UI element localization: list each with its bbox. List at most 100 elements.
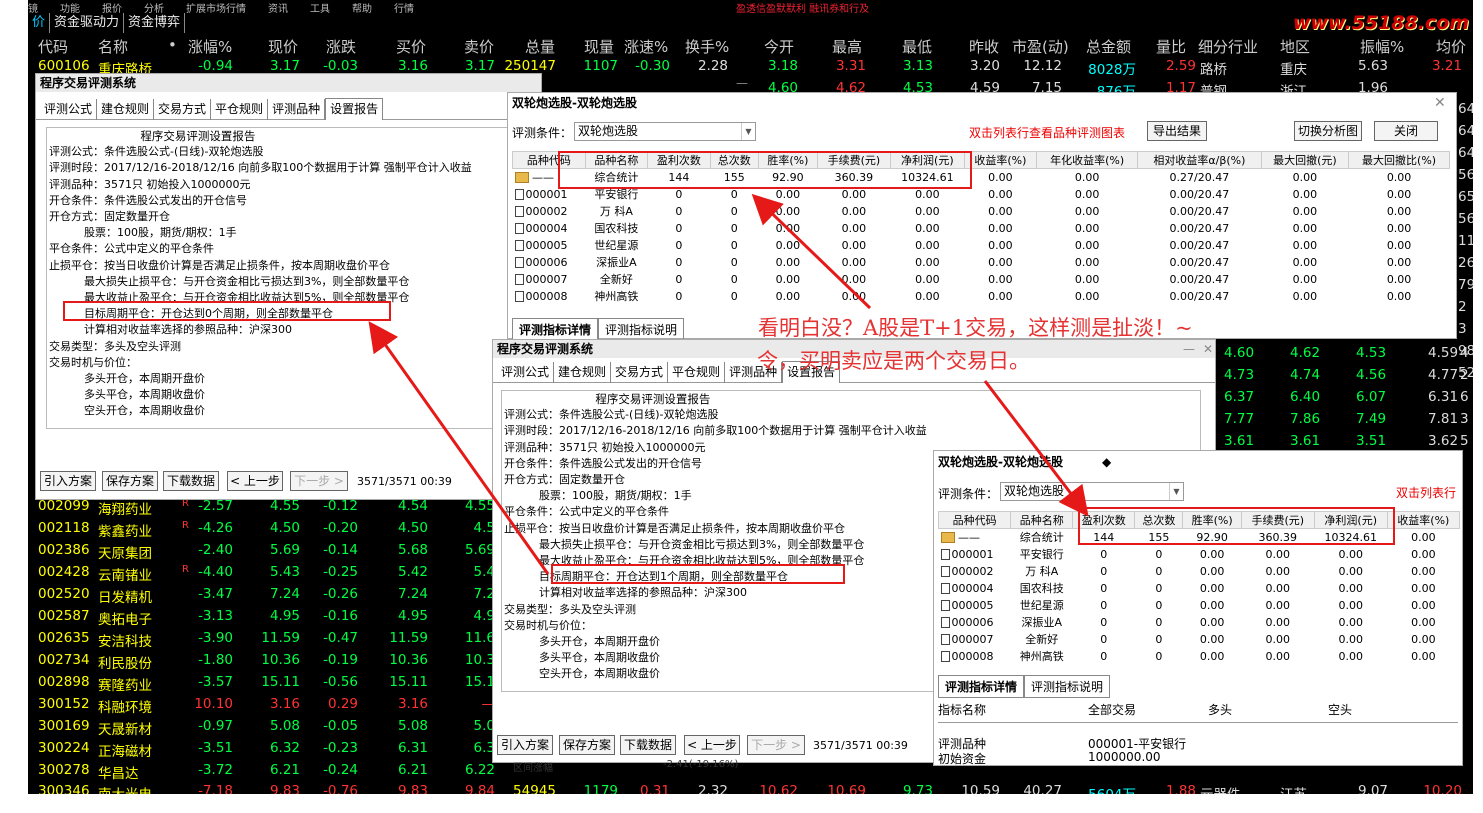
column-header[interactable]: 均价 xyxy=(1436,36,1466,57)
column-header[interactable]: 收益率(%) xyxy=(963,151,1038,169)
column-header[interactable]: 买价 xyxy=(396,36,426,57)
column-header[interactable]: 品种代码 xyxy=(512,151,586,169)
column-header[interactable]: 现量 xyxy=(584,36,614,57)
column-header[interactable]: 最高 xyxy=(832,36,862,57)
column-header[interactable]: 涨幅% xyxy=(188,36,232,57)
column-header[interactable]: 最低 xyxy=(902,36,932,57)
menu-item[interactable]: 镜 xyxy=(28,4,38,13)
tab-5[interactable]: 设置报告 xyxy=(325,98,384,120)
column-header[interactable]: 总金额 xyxy=(1086,36,1131,57)
table-row[interactable]: 000005 世纪星源 0 0 0.00 0.00 0.00 0.00 0.00 0.00/20.… xyxy=(513,237,1450,254)
table-row[interactable]: 000004 国农科技 0 0 0.00 0.00 0.00 0.00 0.00 0.00/20.… xyxy=(513,220,1450,237)
column-header[interactable]: 昨收 xyxy=(969,36,999,57)
column-header[interactable]: 地区 xyxy=(1280,36,1310,57)
minimize-icon[interactable]: — xyxy=(736,74,748,92)
close-button[interactable]: 关闭 xyxy=(1374,121,1438,141)
column-header[interactable]: 收益率(%) xyxy=(1386,511,1461,529)
indicator-detail-tab[interactable]: 评测指标详情 xyxy=(938,675,1025,698)
tab-1[interactable]: 建仓规则 xyxy=(97,99,155,120)
minimize-icon[interactable]: — xyxy=(1183,340,1195,358)
column-header[interactable]: 现价 xyxy=(268,36,298,57)
import-plan-button[interactable]: 引入方案 xyxy=(497,735,553,755)
column-header[interactable]: • xyxy=(168,36,177,54)
column-header[interactable]: 市盈(动) xyxy=(1012,36,1069,57)
column-header[interactable]: 净利润(元) xyxy=(1313,511,1388,529)
table-row[interactable]: 000008 神州高铁 0 0 0.00 0.00 0.00 0.00 0.00 0.00/20.… xyxy=(513,288,1450,305)
tab-3[interactable]: 平仓规则 xyxy=(211,99,269,120)
table-row[interactable]: 000007 全新好 0 0 0.00 0.00 0.00 0.00 0.00 0.00/20.4… xyxy=(513,271,1450,288)
column-header[interactable]: 品种名称 xyxy=(584,151,649,169)
menu-item[interactable]: 资讯 xyxy=(268,4,288,13)
prev-step-button[interactable]: < 上一步 xyxy=(684,735,740,755)
column-header[interactable]: 总次数 xyxy=(709,151,760,169)
column-header[interactable]: 品种代码 xyxy=(937,511,1012,529)
board-tab[interactable]: 资金博弈 xyxy=(124,13,186,33)
table-row[interactable]: 000001 平安银行 0 0 0.00 0.00 0.00 0.00 xyxy=(939,546,1460,563)
table-row[interactable]: 000004 国农科技 0 0 0.00 0.00 0.00 0.00 xyxy=(939,580,1460,597)
indicator-detail-tab[interactable]: 评测指标详情 xyxy=(512,318,599,341)
switch-chart-button[interactable]: 切换分析图 xyxy=(1294,121,1362,141)
column-header[interactable]: 最大回撤(元) xyxy=(1260,151,1350,169)
tab-1[interactable]: 建仓规则 xyxy=(554,362,612,383)
import-plan-button[interactable]: 引入方案 xyxy=(40,471,96,491)
indicator-desc-tab[interactable]: 评测指标说明 xyxy=(1024,675,1111,698)
save-plan-button[interactable]: 保存方案 xyxy=(102,471,158,491)
column-header[interactable]: 涨跌 xyxy=(326,36,356,57)
column-header[interactable]: 手续费(元) xyxy=(1240,511,1315,529)
column-header[interactable]: 总量 xyxy=(525,36,555,57)
column-header[interactable]: 盈利次数 xyxy=(1072,511,1136,529)
column-header[interactable]: 换手% xyxy=(685,36,729,57)
board-tab[interactable]: 价 xyxy=(28,13,51,33)
column-header[interactable]: 最大回撤比(%) xyxy=(1348,151,1450,169)
column-header[interactable]: 今开 xyxy=(764,36,794,57)
tab-2[interactable]: 交易方式 xyxy=(611,362,669,383)
column-header[interactable]: 品种名称 xyxy=(1010,511,1074,529)
table-row[interactable]: 000005 世纪星源 0 0 0.00 0.00 0.00 0.00 xyxy=(939,597,1460,614)
table-row[interactable]: 000007 全新好 0 0 0.00 0.00 0.00 0.00 xyxy=(939,631,1460,648)
table-row[interactable]: 000002 万 科A 0 0 0.00 0.00 0.00 0.00 xyxy=(939,563,1460,580)
table-row[interactable]: 000008 神州高铁 0 0 0.00 0.00 0.00 0.00 xyxy=(939,648,1460,665)
download-data-button[interactable]: 下载数据 xyxy=(620,735,676,755)
column-header[interactable]: 盈利次数 xyxy=(647,151,711,169)
download-data-button[interactable]: 下载数据 xyxy=(163,471,219,491)
column-header[interactable]: 细分行业 xyxy=(1198,36,1258,57)
column-header[interactable]: 总次数 xyxy=(1134,511,1184,529)
condition-select[interactable]: 双轮炮选股 ▼ xyxy=(574,122,756,141)
menu-item[interactable]: 分析 xyxy=(144,4,164,13)
tab-3[interactable]: 平仓规则 xyxy=(668,362,726,383)
menu-item[interactable]: 帮助 xyxy=(352,4,372,13)
column-header[interactable]: 卖价 xyxy=(464,36,494,57)
tab-0[interactable]: 评测公式 xyxy=(40,99,98,120)
menu-item[interactable]: 报价 xyxy=(102,4,122,13)
close-icon[interactable]: ✕ xyxy=(1203,340,1213,358)
table-row[interactable]: 000001 平安银行 0 0 0.00 0.00 0.00 0.00 0.00 0.00/20.… xyxy=(513,186,1450,203)
export-results-button[interactable]: 导出结果 xyxy=(1147,121,1207,141)
prev-step-button[interactable]: < 上一步 xyxy=(227,471,283,491)
column-header[interactable]: 振幅% xyxy=(1360,36,1404,57)
summary-row[interactable]: —— 综合统计 144 155 92.90 360.39 10324.61 0.00 xyxy=(939,529,1460,546)
table-row[interactable]: 000006 深振业A 0 0 0.00 0.00 0.00 0.00 0.00 0.00/20.… xyxy=(513,254,1450,271)
table-row[interactable]: 000006 深振业A 0 0 0.00 0.00 0.00 0.00 xyxy=(939,614,1460,631)
tab-4[interactable]: 评测品种 xyxy=(268,99,326,120)
column-header[interactable]: 相对收益率α/β(%) xyxy=(1137,151,1262,169)
column-header[interactable]: 胜率(%) xyxy=(758,151,818,169)
tab-0[interactable]: 评测公式 xyxy=(497,362,555,383)
menu-item[interactable]: 行情 xyxy=(394,4,414,13)
column-header[interactable]: 胜率(%) xyxy=(1182,511,1242,529)
column-header[interactable]: 涨速% xyxy=(624,36,668,57)
tab-2[interactable]: 交易方式 xyxy=(154,99,212,120)
close-icon[interactable]: ✕ xyxy=(1434,93,1446,113)
next-step-button[interactable]: 下一步 > xyxy=(290,471,348,491)
column-header[interactable]: 量比 xyxy=(1156,36,1186,57)
menu-item[interactable]: 扩展市场行情 xyxy=(186,4,246,13)
save-plan-button[interactable]: 保存方案 xyxy=(559,735,615,755)
column-header[interactable]: 净利润(元) xyxy=(890,151,965,169)
board-tab[interactable]: 资金驱动力 xyxy=(50,13,125,33)
column-header[interactable]: 手续费(元) xyxy=(816,151,892,169)
next-step-button[interactable]: 下一步 > xyxy=(747,735,805,755)
column-header[interactable]: 年化收益率(%) xyxy=(1036,151,1139,169)
column-header[interactable]: 代码 xyxy=(38,36,68,57)
table-row[interactable]: 000002 万 科A 0 0 0.00 0.00 0.00 0.00 0.00 0.00/20.… xyxy=(513,203,1450,220)
indicator-desc-tab[interactable]: 评测指标说明 xyxy=(598,318,685,341)
summary-row[interactable]: —— 综合统计 144 155 92.90 360.39 10324.61 0.00 0.00 0… xyxy=(513,169,1450,186)
